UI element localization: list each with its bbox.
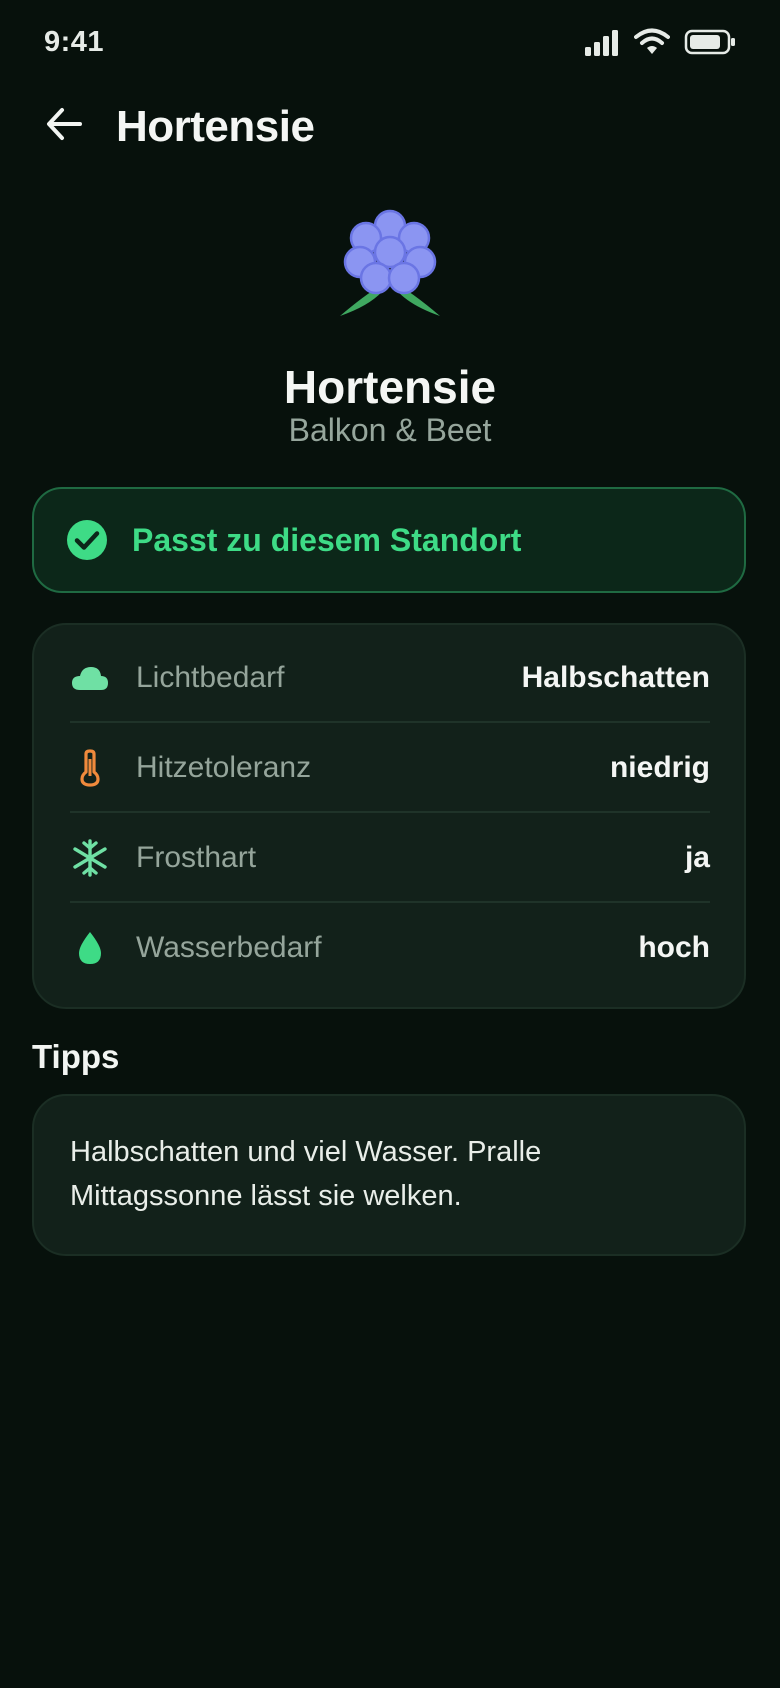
property-label: Hitzetoleranz bbox=[136, 751, 312, 784]
battery-icon bbox=[684, 28, 736, 61]
property-row-light: Lichtbedarf Halbschatten bbox=[70, 633, 710, 723]
plant-name: Hortensie bbox=[283, 361, 497, 413]
status-bar: 9:41 bbox=[0, 0, 780, 88]
signal-icon bbox=[584, 28, 620, 61]
hydrangea-illustration bbox=[330, 202, 450, 326]
property-row-water: Wasserbedarf hoch bbox=[70, 903, 710, 993]
fit-label: Passt zu diesem Standort bbox=[132, 521, 522, 558]
arrow-left-icon bbox=[44, 104, 84, 149]
status-icons bbox=[584, 28, 736, 61]
snowflake-icon bbox=[70, 838, 110, 878]
plant-category: Balkon & Beet bbox=[288, 412, 492, 448]
wifi-icon bbox=[634, 28, 670, 61]
property-value: Halbschatten bbox=[521, 661, 710, 694]
property-value: niedrig bbox=[609, 751, 710, 784]
tips-card: Halbschatten und viel Wasser. Pralle Mit… bbox=[32, 1094, 746, 1256]
properties-card: Lichtbedarf Halbschatten Hitzetoleranz n… bbox=[32, 623, 746, 1009]
water-drop-icon bbox=[70, 928, 110, 968]
status-time: 9:41 bbox=[44, 26, 105, 58]
thermometer-icon bbox=[70, 748, 110, 788]
tips-text: Halbschatten und viel Wasser. Pralle Mit… bbox=[70, 1136, 542, 1212]
header: Hortensie bbox=[0, 96, 780, 166]
tips-heading: Tipps bbox=[32, 1038, 120, 1075]
property-row-frost: Frosthart ja bbox=[70, 813, 710, 903]
page-title: Hortensie bbox=[116, 102, 315, 151]
property-value: hoch bbox=[638, 931, 710, 964]
cloud-icon bbox=[70, 658, 110, 698]
property-label: Wasserbedarf bbox=[136, 931, 322, 964]
property-label: Frosthart bbox=[136, 841, 257, 874]
property-label: Lichtbedarf bbox=[136, 661, 285, 694]
location-fit-banner: Passt zu diesem Standort bbox=[32, 487, 746, 593]
back-button[interactable] bbox=[34, 96, 94, 156]
property-value: ja bbox=[684, 841, 710, 874]
check-circle-icon bbox=[66, 519, 108, 561]
property-row-heat: Hitzetoleranz niedrig bbox=[70, 723, 710, 813]
